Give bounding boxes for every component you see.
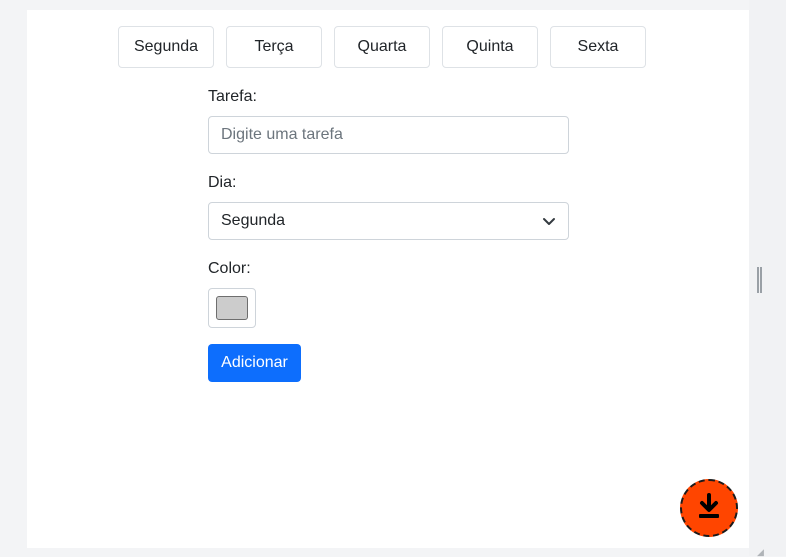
splitter-handle[interactable] [757, 267, 762, 293]
day-button-terca[interactable]: Terça [226, 26, 322, 68]
day-button-sexta[interactable]: Sexta [550, 26, 646, 68]
resize-grip-icon[interactable]: ◢ [757, 548, 765, 557]
color-label: Color: [208, 260, 251, 277]
chevron-down-icon [542, 214, 556, 228]
task-input[interactable] [208, 116, 569, 154]
day-tabs: Segunda Terça Quarta Quinta Sexta [118, 26, 646, 68]
color-picker[interactable] [208, 288, 256, 328]
right-gutter [749, 0, 786, 556]
day-button-quarta[interactable]: Quarta [334, 26, 430, 68]
download-button[interactable] [680, 479, 738, 537]
task-label: Tarefa: [208, 88, 257, 105]
day-button-segunda[interactable]: Segunda [118, 26, 214, 68]
day-label: Dia: [208, 174, 237, 191]
download-icon [695, 492, 723, 525]
page-content [27, 10, 749, 548]
day-select-value: Segunda [221, 212, 286, 229]
color-swatch [216, 296, 248, 320]
day-select[interactable]: Segunda [208, 202, 569, 240]
day-button-quinta[interactable]: Quinta [442, 26, 538, 68]
add-task-button[interactable]: Adicionar [208, 344, 301, 382]
